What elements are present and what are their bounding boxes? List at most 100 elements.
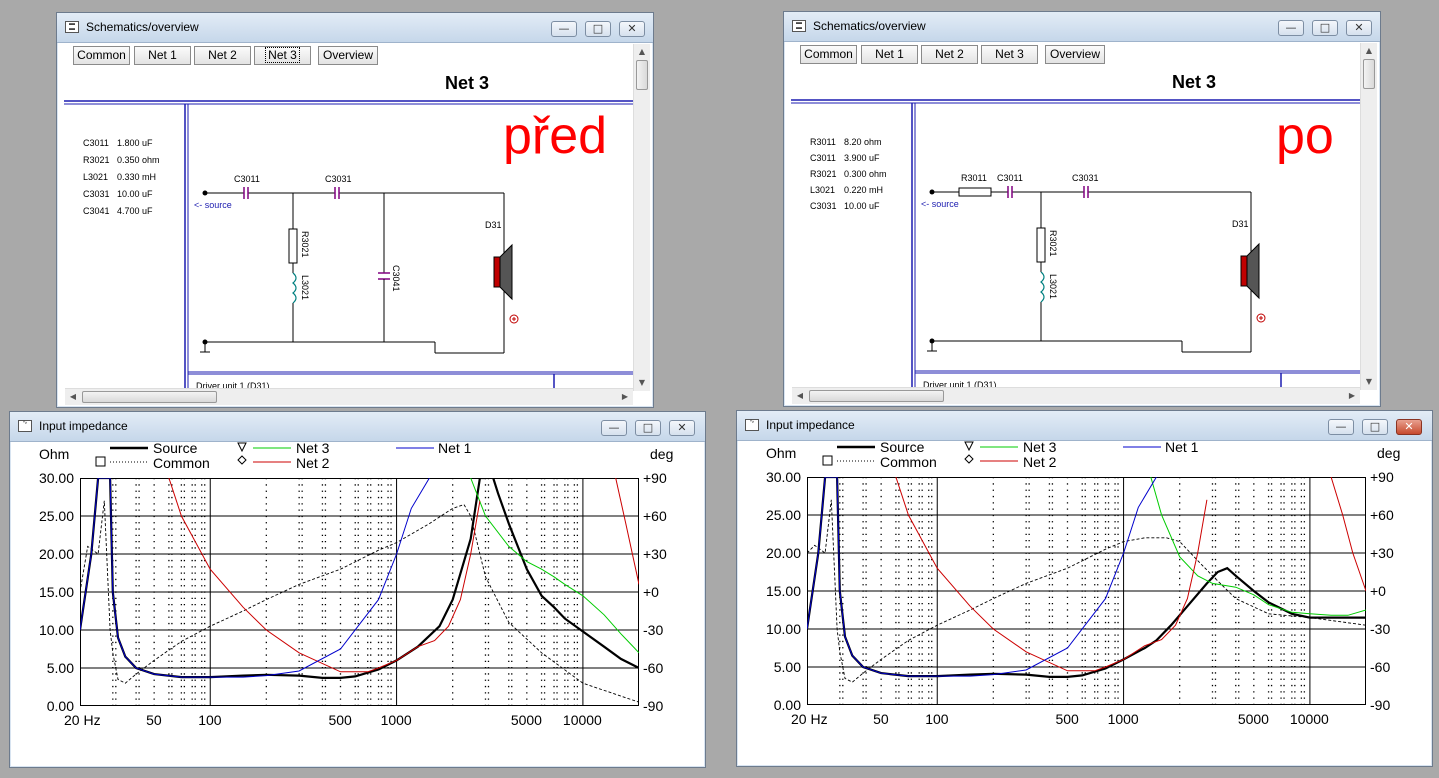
y2-axis-unit: deg — [1377, 445, 1401, 461]
scroll-up-icon[interactable]: ▲ — [634, 47, 650, 56]
legend-net2: Net 2 — [296, 455, 330, 471]
close-button[interactable]: ✕ — [619, 21, 645, 37]
x-tick-label: 10000 — [562, 712, 602, 728]
scroll-right-icon[interactable]: ▶ — [617, 392, 633, 401]
x-tick-label: 50 — [146, 712, 162, 728]
y2-tick-label: -30 — [643, 622, 664, 638]
part-row: R3021 0.350 ohm — [83, 155, 160, 165]
source-label: <- source — [921, 199, 959, 209]
y2-tick-label: +0 — [1370, 583, 1386, 599]
y-tick-label: 20.00 — [765, 545, 801, 561]
chart-legend — [822, 441, 1161, 466]
y2-tick-label: +60 — [643, 508, 667, 524]
y-tick-label: 10.00 — [38, 622, 74, 638]
impedance-plot — [80, 478, 639, 706]
y-tick-label: 0.00 — [773, 697, 801, 713]
schematics-window-left: ▬ ▬ Schematics/overview — □ ✕ Common Net … — [56, 12, 654, 408]
y2-tick-label: -60 — [1370, 659, 1391, 675]
app-icon: ∿ — [745, 419, 759, 431]
maximize-button[interactable]: □ — [1362, 419, 1388, 435]
scroll-left-icon[interactable]: ◀ — [65, 392, 81, 401]
scroll-down-icon[interactable]: ▼ — [634, 378, 650, 387]
x-tick-label: 100 — [925, 711, 949, 727]
window-title: Schematics/overview — [86, 20, 199, 34]
vertical-scrollbar[interactable]: ▲ ▼ — [1360, 43, 1377, 390]
scroll-thumb[interactable] — [1363, 59, 1375, 89]
source-label: <- source — [194, 200, 232, 210]
title-bar[interactable]: ∿ Input impedance — □ ✕ — [737, 411, 1432, 441]
legend-common: Common — [880, 454, 937, 470]
close-button[interactable]: ✕ — [1396, 419, 1422, 435]
title-bar[interactable]: ▬ ▬ Schematics/overview — □ ✕ — [784, 12, 1380, 42]
part-row: R3011 8.20 ohm — [810, 137, 882, 147]
part-row: L3021 0.220 mH — [810, 185, 884, 195]
y2-tick-label: -60 — [643, 660, 664, 676]
y-tick-label: 25.00 — [38, 508, 74, 524]
window-title: Input impedance — [766, 418, 855, 432]
x-tick-label: 1000 — [1107, 711, 1139, 727]
x-tick-label: 10000 — [1289, 711, 1329, 727]
c2-label: C3031 — [325, 174, 352, 184]
y2-tick-label: +90 — [1370, 469, 1394, 485]
x-tick-label: 500 — [1055, 711, 1079, 727]
scroll-thumb[interactable] — [636, 60, 648, 90]
c1-label: C3011 — [997, 173, 1023, 183]
x-tick-label: 500 — [328, 712, 352, 728]
y2-tick-label: +30 — [1370, 545, 1394, 561]
y2-axis-unit: deg — [650, 446, 674, 462]
scroll-up-icon[interactable]: ▲ — [1361, 46, 1377, 55]
scroll-down-icon[interactable]: ▼ — [1361, 377, 1377, 386]
legend-common: Common — [153, 455, 210, 471]
close-button[interactable]: ✕ — [1346, 20, 1372, 36]
part-row: C3011 1.800 uF — [83, 138, 153, 148]
title-bar[interactable]: ∿ Input impedance — □ ✕ — [10, 412, 705, 442]
x-tick-label: 5000 — [1237, 711, 1269, 727]
legend-source: Source — [153, 440, 198, 456]
y-tick-label: 0.00 — [46, 698, 74, 714]
maximize-button[interactable]: □ — [585, 21, 611, 37]
x-tick-label: 1000 — [380, 712, 412, 728]
scroll-right-icon[interactable]: ▶ — [1344, 391, 1360, 400]
horizontal-scrollbar[interactable]: ◀ ▶ — [65, 388, 633, 405]
title-bar[interactable]: ▬ ▬ Schematics/overview — □ ✕ — [57, 13, 653, 43]
vertical-scrollbar[interactable]: ▲ ▼ — [633, 44, 650, 391]
parts-list: C3011 1.800 uF R3021 0.350 ohm L3021 0.330 … — [83, 135, 160, 220]
series-net-2-2- — [615, 478, 639, 585]
maximize-button[interactable]: □ — [635, 420, 661, 436]
app-icon: ▬ ▬ — [792, 20, 806, 32]
y2-tick-label: +30 — [643, 546, 667, 562]
y-tick-label: 25.00 — [765, 507, 801, 523]
scroll-thumb-h[interactable] — [809, 390, 944, 402]
series-net-2 — [168, 478, 481, 673]
y-tick-label: 15.00 — [765, 583, 801, 599]
y-tick-label: 30.00 — [765, 469, 801, 485]
series-source-2- — [492, 478, 639, 669]
series-source — [807, 477, 1366, 678]
minimize-button[interactable]: — — [1278, 20, 1304, 36]
y2-tick-label: +60 — [1370, 507, 1394, 523]
legend-net1: Net 1 — [1165, 439, 1199, 455]
scroll-left-icon[interactable]: ◀ — [792, 391, 808, 400]
impedance-window-right: ∿ Input impedance — □ ✕ Source Common Ne… — [736, 410, 1433, 767]
x-tick-label: 20 Hz — [791, 711, 828, 727]
impedance-plot — [807, 477, 1366, 705]
y-tick-label: 20.00 — [38, 546, 74, 562]
x-tick-label: 20 Hz — [64, 712, 101, 728]
horizontal-scrollbar[interactable]: ◀ ▶ — [792, 387, 1360, 404]
x-tick-label: 50 — [873, 711, 889, 727]
series-source — [80, 478, 486, 679]
parts-list: R3011 8.20 ohm C3011 3.900 uF R3021 0.300 o… — [810, 134, 887, 214]
c1-label: C3011 — [234, 174, 260, 184]
maximize-button[interactable]: □ — [1312, 20, 1338, 36]
y-tick-label: 10.00 — [765, 621, 801, 637]
close-button[interactable]: ✕ — [669, 420, 695, 436]
y2-tick-label: +0 — [643, 584, 659, 600]
window-title: Schematics/overview — [813, 19, 926, 33]
x-tick-label: 100 — [198, 712, 222, 728]
scroll-thumb-h[interactable] — [82, 391, 217, 403]
minimize-button[interactable]: — — [1328, 419, 1354, 435]
y2-tick-label: -90 — [1370, 697, 1391, 713]
minimize-button[interactable]: — — [551, 21, 577, 37]
minimize-button[interactable]: — — [601, 420, 627, 436]
legend-net3: Net 3 — [1023, 439, 1057, 455]
